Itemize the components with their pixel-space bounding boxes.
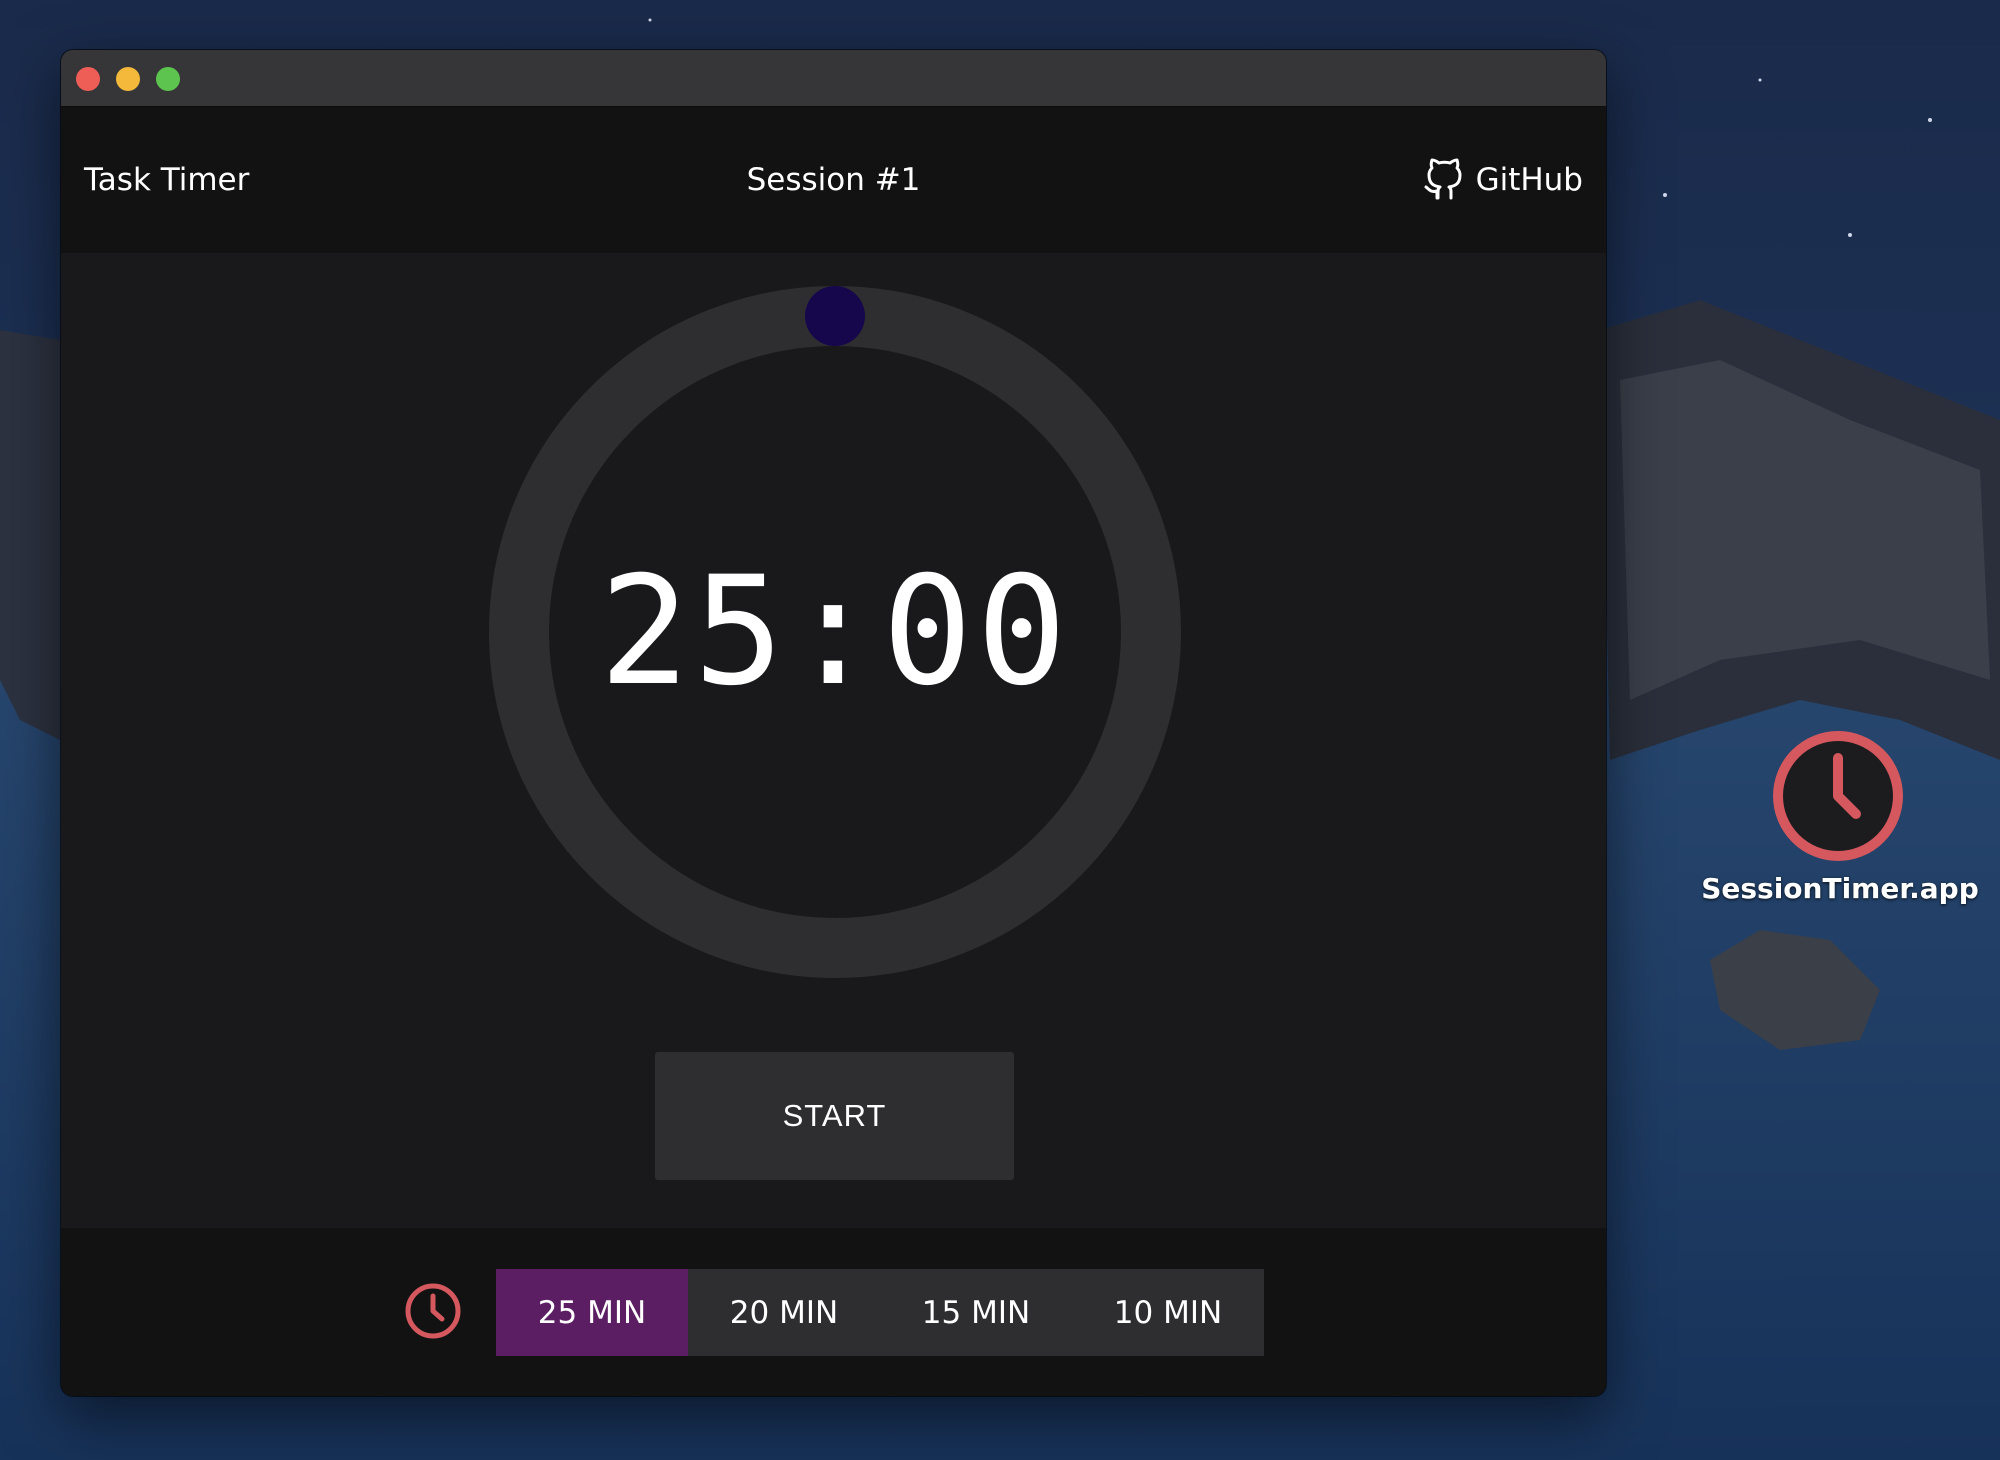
timer-ring: 25:00 <box>489 286 1181 978</box>
window-maximize-button[interactable] <box>156 67 180 91</box>
start-button[interactable]: START <box>655 1052 1014 1180</box>
desktop-app-label: SessionTimer.app <box>1701 872 1979 905</box>
timer-area: 25:00 START <box>61 253 1606 1228</box>
app-header: Task Timer Session #1 GitHub <box>61 107 1606 253</box>
duration-10-min-button[interactable]: 10 MIN <box>1072 1269 1264 1356</box>
duration-15-min-button[interactable]: 15 MIN <box>880 1269 1072 1356</box>
window-minimize-button[interactable] <box>116 67 140 91</box>
app-window: Task Timer Session #1 GitHub 25:00 START <box>61 50 1606 1396</box>
duration-selector: 25 MIN 20 MIN 15 MIN 10 MIN <box>496 1269 1264 1356</box>
window-titlebar[interactable] <box>61 50 1606 107</box>
desktop-app-icon[interactable]: SessionTimer.app <box>1700 730 1980 910</box>
github-label: GitHub <box>1475 162 1583 198</box>
github-icon <box>1422 152 1466 208</box>
clock-icon <box>404 1282 462 1340</box>
window-close-button[interactable] <box>76 67 100 91</box>
duration-25-min-button[interactable]: 25 MIN <box>496 1269 688 1356</box>
github-link[interactable]: GitHub <box>1422 107 1583 253</box>
time-display: 25:00 <box>599 545 1071 719</box>
duration-footer: 25 MIN 20 MIN 15 MIN 10 MIN <box>61 1228 1606 1396</box>
clock-icon <box>1773 731 1903 861</box>
duration-20-min-button[interactable]: 20 MIN <box>688 1269 880 1356</box>
session-title: Session #1 <box>746 162 921 198</box>
